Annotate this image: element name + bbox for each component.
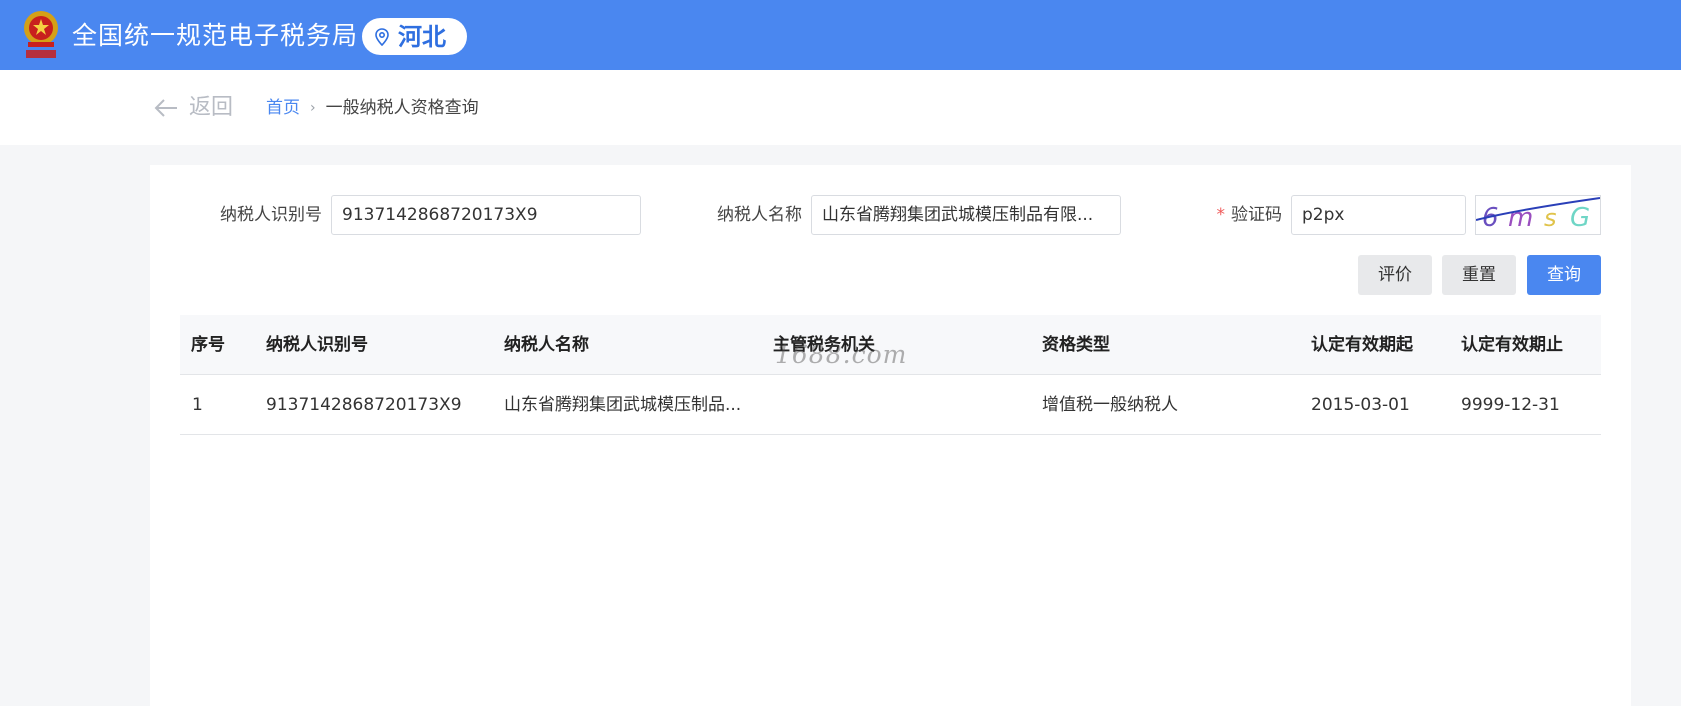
breadcrumb-current: 一般纳税人资格查询: [325, 98, 479, 118]
taxpayer-name-label: 纳税人名称: [717, 205, 802, 225]
reset-button[interactable]: 重置: [1442, 255, 1516, 295]
arrow-left-icon: [154, 99, 177, 117]
column-header-valid-to: 认定有效期止: [1461, 335, 1563, 355]
column-header-taxpayer-name: 纳税人名称: [504, 335, 589, 355]
required-mark: *: [1216, 205, 1226, 225]
navigation-bar: 返回 首页 › 一般纳税人资格查询: [0, 70, 1681, 145]
breadcrumb-home-link[interactable]: 首页: [266, 97, 300, 119]
column-header-taxpayer-id: 纳税人识别号: [266, 335, 368, 355]
captcha-char-4: G: [1570, 203, 1590, 233]
taxpayer-id-input[interactable]: [331, 195, 641, 235]
cell-index: 1: [192, 395, 203, 415]
watermark: 1688.com: [775, 340, 908, 369]
cell-valid-from: 2015-03-01: [1311, 395, 1410, 415]
national-emblem-icon: [24, 11, 58, 58]
cell-taxpayer-name: 山东省腾翔集团武城模压制品...: [504, 395, 742, 415]
column-header-valid-from: 认定有效期起: [1311, 335, 1413, 355]
taxpayer-id-label: 纳税人识别号: [220, 205, 322, 225]
column-header-index: 序号: [191, 335, 225, 355]
region-label: 河北: [398, 22, 446, 51]
top-header: 全国统一规范电子税务局 河北: [0, 0, 1681, 70]
query-panel: [150, 165, 1631, 706]
cell-valid-to: 9999-12-31: [1461, 395, 1560, 415]
breadcrumb: 首页 › 一般纳税人资格查询: [266, 97, 479, 119]
captcha-text-graphic: 6 m s G: [1475, 197, 1601, 233]
evaluate-button[interactable]: 评价: [1358, 255, 1432, 295]
captcha-char-3: s: [1544, 204, 1557, 232]
region-selector[interactable]: 河北: [362, 18, 467, 55]
captcha-input[interactable]: [1291, 195, 1466, 235]
cell-qualification-type: 增值税一般纳税人: [1042, 395, 1178, 415]
captcha-image[interactable]: 6 m s G: [1475, 195, 1601, 235]
back-label: 返回: [189, 95, 234, 120]
location-pin-icon: [375, 27, 389, 46]
column-header-qualification-type: 资格类型: [1042, 335, 1110, 355]
query-button[interactable]: 查询: [1527, 255, 1601, 295]
cell-taxpayer-id: 9137142868720173X9: [266, 395, 462, 415]
taxpayer-name-input[interactable]: 山东省腾翔集团武城模压制品有限...: [811, 195, 1121, 235]
captcha-char-2: m: [1508, 203, 1533, 233]
captcha-label: * 验证码: [1190, 204, 1283, 226]
chevron-right-icon: ›: [310, 100, 316, 116]
back-button[interactable]: 返回: [153, 94, 233, 122]
captcha-label-text: 验证码: [1231, 205, 1282, 225]
table-row: 1 9137142868720173X9 山东省腾翔集团武城模压制品... 增值…: [180, 375, 1601, 435]
site-title: 全国统一规范电子税务局: [72, 21, 359, 50]
